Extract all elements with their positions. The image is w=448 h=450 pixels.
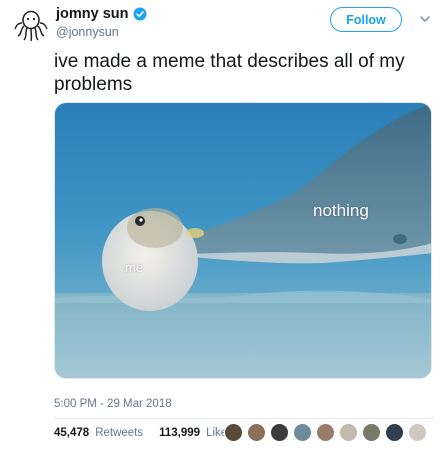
stats-divider <box>54 418 434 419</box>
author-name[interactable]: jomny sun <box>56 6 129 22</box>
octopus-doodle-avatar-icon <box>13 7 49 43</box>
liker-avatar[interactable] <box>339 423 358 442</box>
meme-caption-nothing: nothing <box>313 201 369 220</box>
liker-avatar[interactable] <box>362 423 381 442</box>
likes-count[interactable]: 113,999 <box>159 427 200 439</box>
tweet-timestamp[interactable]: 5:00 PM - 29 Mar 2018 <box>54 398 172 410</box>
liker-avatar[interactable] <box>385 423 404 442</box>
author-handle[interactable]: @jonnysun <box>56 25 119 39</box>
liker-avatars <box>224 423 427 442</box>
retweets-label[interactable]: Retweets <box>95 427 143 439</box>
tweet-text: ive made a meme that describes all of my… <box>54 51 405 95</box>
liker-avatar[interactable] <box>316 423 335 442</box>
verified-badge-icon <box>133 7 147 21</box>
liker-avatar[interactable] <box>270 423 289 442</box>
liker-avatar[interactable] <box>293 423 312 442</box>
meme-image <box>55 103 431 378</box>
tweet-card: jomny sun @jonnysun Follow ive made a me… <box>0 0 448 450</box>
meme-caption-me: me <box>125 260 144 275</box>
chevron-down-icon[interactable] <box>418 12 432 26</box>
engagement-stats: 45,478 Retweets 113,999 Likes <box>54 427 243 439</box>
liker-avatar[interactable] <box>224 423 243 442</box>
tweet-media-image[interactable]: nothing me <box>54 102 432 379</box>
author-name-row[interactable]: jomny sun <box>56 6 147 22</box>
liker-avatar[interactable] <box>247 423 266 442</box>
follow-button[interactable]: Follow <box>330 7 402 32</box>
retweets-count[interactable]: 45,478 <box>54 427 89 439</box>
author-avatar[interactable] <box>12 6 50 44</box>
liker-avatar[interactable] <box>408 423 427 442</box>
